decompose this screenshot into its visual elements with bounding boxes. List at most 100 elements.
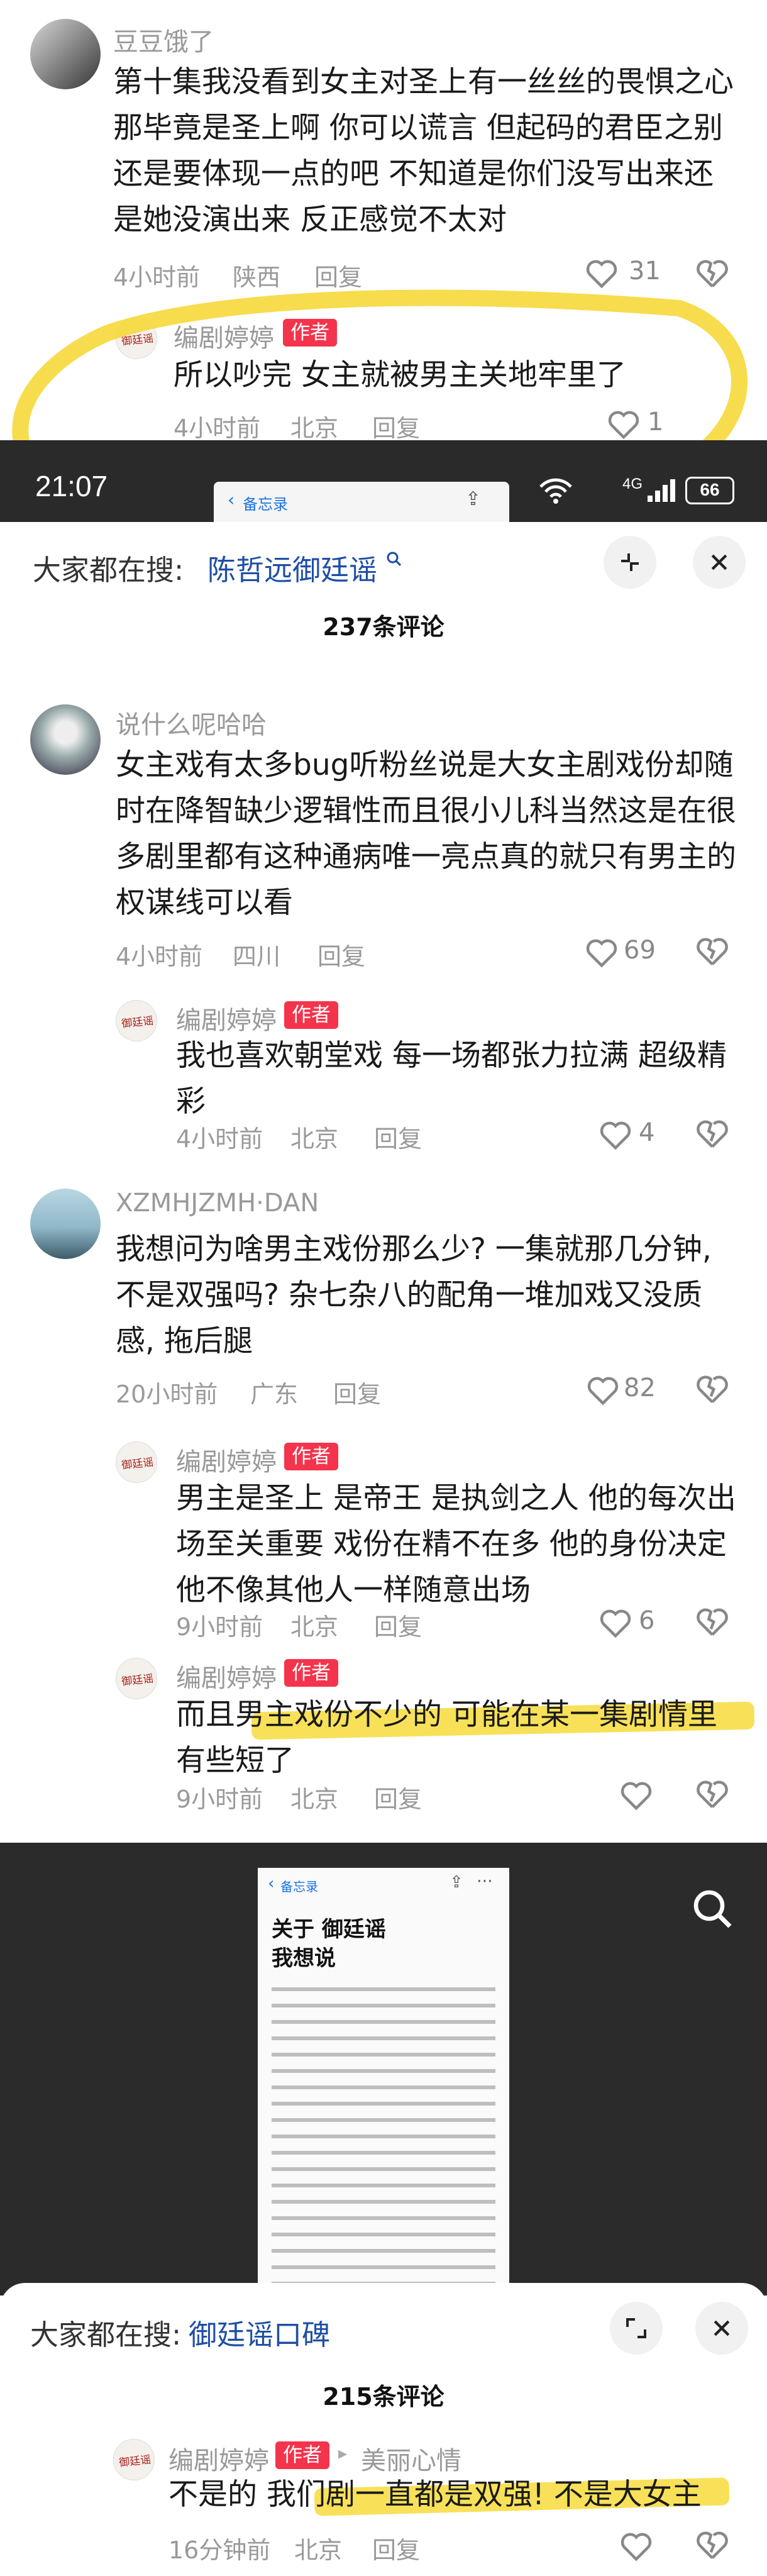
- close-button[interactable]: [693, 536, 746, 589]
- avatar[interactable]: [30, 704, 101, 775]
- status-bar: 21:07 ‹ 备忘录 ⇪ 4G 66: [0, 440, 767, 522]
- back-chevron-icon[interactable]: ‹: [268, 1874, 274, 1893]
- comment-username[interactable]: 豆豆饿了: [113, 21, 214, 58]
- battery-level: 66: [700, 480, 720, 499]
- heart-icon[interactable]: [619, 1780, 653, 1811]
- reply-line: 男主是圣上 是帝王 是执剑之人 他的每次出: [176, 1481, 736, 1516]
- like-count: 69: [624, 936, 656, 965]
- top-section: 豆豆饿了 第十集我没看到女主对圣上有一丝丝的畏惧之心 那毕竟是圣上啊 你可以谎言…: [0, 0, 767, 529]
- comment-line: 那毕竟是圣上啊 你可以谎言 但起码的君臣之别: [113, 111, 723, 145]
- like-count: 6: [639, 1606, 655, 1635]
- reply-location: 北京: [290, 1785, 339, 1813]
- author-badge: 作者: [284, 1659, 338, 1687]
- reply-text: 不是的 我们剧一直都是双强! 不是大女主: [168, 2472, 753, 2518]
- memo-card: ‹ 备忘录 ⇪ ⋯ 关于 御廷谣 我想说: [258, 1868, 509, 2308]
- reply-button[interactable]: 回复: [374, 1780, 422, 1814]
- comment-username[interactable]: XZMHJZMH·DAN: [116, 1189, 319, 1218]
- comment-text: 女主戏有太多bug听粉丝说是大女主剧戏份却随 时在降智缺少逻辑性而且很小儿科当然…: [116, 742, 744, 926]
- reply-button[interactable]: 回复: [317, 937, 365, 972]
- reply-username[interactable]: 编剧婷婷: [176, 1441, 277, 1478]
- dislike-heart-icon[interactable]: [695, 2528, 729, 2562]
- more-icon[interactable]: ⋯: [477, 1872, 493, 1890]
- reply-line: 我也喜欢朝堂戏 每一场都张力拉满 超级精: [176, 1038, 727, 1073]
- avatar[interactable]: [30, 19, 101, 89]
- trending-search-term[interactable]: 御廷谣口碑: [189, 2312, 330, 2353]
- memo-title-line2: 我想说: [272, 1946, 336, 1971]
- dislike-heart-icon[interactable]: [695, 1372, 729, 1406]
- dislike-heart-icon[interactable]: [695, 1605, 729, 1639]
- heart-icon[interactable]: [599, 1119, 632, 1151]
- author-avatar[interactable]: 御廷谣: [116, 1000, 157, 1041]
- heart-icon[interactable]: [585, 937, 619, 969]
- reply-time: 9小时前: [176, 1785, 263, 1813]
- comment-count: 237条评论: [323, 613, 444, 641]
- author-badge: 作者: [284, 1443, 338, 1470]
- comment-line: 感, 拖后腿: [116, 1324, 253, 1358]
- reply-arrow-icon: ▸: [338, 2443, 348, 2463]
- comment-count: 215条评论: [323, 2383, 444, 2411]
- expand-button[interactable]: [610, 2302, 663, 2355]
- share-icon[interactable]: ⇪: [450, 1873, 463, 1892]
- comment-line: 不是双强吗? 杂七杂八的配角一堆加戏又没质: [116, 1278, 702, 1313]
- reply-button[interactable]: 回复: [372, 2531, 420, 2565]
- reply-line: 彩: [176, 1084, 206, 1119]
- heart-icon[interactable]: [599, 1607, 632, 1639]
- comment-line: 多剧里都有这种通病唯一亮点真的就只有男主的: [116, 840, 736, 874]
- comment-time: 20小时前: [116, 1380, 218, 1408]
- memo-body-lines: [272, 1987, 495, 2302]
- author-badge: 作者: [275, 2441, 329, 2469]
- heart-icon[interactable]: [619, 2531, 653, 2562]
- wifi-icon: [539, 478, 572, 504]
- reply-button[interactable]: 回复: [374, 1119, 422, 1154]
- back-chevron-icon[interactable]: ‹: [228, 489, 235, 510]
- author-avatar[interactable]: 御廷谣: [116, 1441, 157, 1483]
- share-icon[interactable]: ⇪: [465, 488, 481, 510]
- reply-username[interactable]: 编剧婷婷: [176, 1000, 277, 1036]
- avatar[interactable]: [30, 1189, 101, 1259]
- memo-back-label: 备忘录: [243, 496, 288, 513]
- trending-search-term[interactable]: 陈哲远御廷谣: [207, 547, 377, 588]
- comment-sheet: 大家都在搜: 陈哲远御廷谣 237条评论 说什么呢哈哈 女主戏有太多bug听粉丝…: [0, 522, 767, 1843]
- reply-location: 北京: [294, 2536, 343, 2564]
- collapse-icon: [621, 553, 639, 571]
- memo-back-label: 备忘录: [280, 1879, 318, 1894]
- trending-search-label: 大家都在搜:: [33, 553, 184, 587]
- reply-line: 有些短了: [176, 1743, 294, 1778]
- reply-time: 9小时前: [176, 1613, 263, 1641]
- dislike-heart-icon[interactable]: [695, 1117, 729, 1151]
- search-icon[interactable]: [690, 1887, 736, 1932]
- close-button[interactable]: [695, 2302, 748, 2355]
- reply-location: 北京: [290, 1125, 339, 1153]
- network-label: 4G: [622, 475, 643, 492]
- video-area: ‹ 备忘录 ⇪ ⋯ 关于 御廷谣 我想说: [0, 1843, 767, 2308]
- comment-line: 女主戏有太多bug听粉丝说是大女主剧戏份却随: [116, 748, 734, 782]
- comment-line: 时在降智缺少逻辑性而且很小儿科当然这是在很: [116, 794, 736, 828]
- trending-search-label: 大家都在搜:: [30, 2318, 182, 2351]
- author-avatar[interactable]: 御廷谣: [113, 2439, 155, 2480]
- search-icon[interactable]: [385, 550, 404, 569]
- reply-button[interactable]: 回复: [333, 1375, 381, 1409]
- like-count: 82: [624, 1374, 656, 1402]
- comment-username[interactable]: 说什么呢哈哈: [116, 704, 267, 741]
- reply-button[interactable]: 回复: [374, 1607, 422, 1642]
- reply-username[interactable]: 编剧婷婷: [176, 1658, 277, 1694]
- author-avatar[interactable]: 御廷谣: [116, 1658, 157, 1699]
- comment-text: 我想问为啥男主戏份那么少? 一集就那几分钟, 不是双强吗? 杂七杂八的配角一堆加…: [116, 1226, 744, 1364]
- close-icon: [711, 554, 727, 570]
- memo-title-line1: 关于 御廷谣: [272, 1917, 386, 1942]
- reply-text: 我也喜欢朝堂戏 每一场都张力拉满 超级精 彩: [176, 1033, 742, 1124]
- comment-location: 四川: [233, 943, 281, 970]
- memo-thumbnail[interactable]: ‹ 备忘录 ⇪: [214, 482, 509, 522]
- comment-line: 是她没演出来 反正感觉不太对: [113, 203, 507, 237]
- heart-icon[interactable]: [586, 1375, 620, 1406]
- avatar-seal: 御廷谣: [121, 1456, 155, 1472]
- avatar-seal: 御廷谣: [118, 2453, 152, 2470]
- collapse-button[interactable]: [604, 536, 656, 589]
- reply-line: 他不像其他人一样随意出场: [176, 1573, 531, 1607]
- reply-line: 场至关重要 戏份在精不在多 他的身份决定: [176, 1527, 727, 1562]
- avatar-seal: 御廷谣: [121, 1672, 155, 1689]
- dislike-heart-icon[interactable]: [695, 935, 729, 969]
- comment-location: 广东: [250, 1380, 299, 1408]
- dislike-heart-icon[interactable]: [695, 1777, 729, 1811]
- signal-icon: [648, 479, 678, 502]
